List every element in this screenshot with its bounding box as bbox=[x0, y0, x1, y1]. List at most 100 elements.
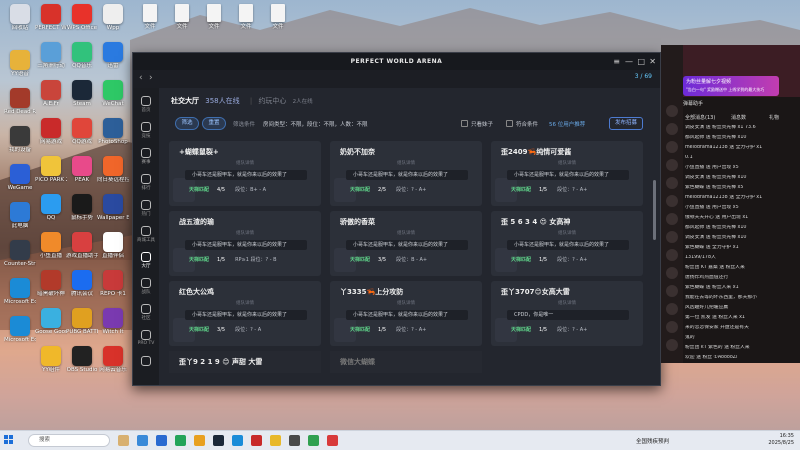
desktop-icon[interactable]: YY组件 bbox=[35, 346, 67, 373]
desktop-icon[interactable]: Goose Goose Duck bbox=[35, 308, 67, 335]
back-icon[interactable]: ‹ bbox=[139, 73, 143, 83]
desktop-icon[interactable]: Microsoft Edge (2) bbox=[4, 278, 36, 305]
file-icon[interactable]: 文件 bbox=[264, 4, 292, 30]
close-icon[interactable]: ✕ bbox=[649, 57, 656, 66]
room-card[interactable]: 奶奶不加奈 组队详情 小哥车还是服甲车，就是你来以后的效果了 天梯匹配 2/5 段位：? … bbox=[330, 141, 482, 206]
desktop-icon[interactable]: Wpp bbox=[97, 4, 129, 31]
match-checkbox[interactable] bbox=[506, 120, 513, 127]
taskbar-app-icon[interactable] bbox=[213, 435, 224, 446]
sidebar-item[interactable] bbox=[133, 356, 159, 367]
desktop-icon[interactable]: WPS Office bbox=[66, 4, 98, 31]
desktop-icon[interactable]: OBS Studio bbox=[66, 346, 98, 373]
live-sidebar-icon[interactable] bbox=[666, 123, 678, 135]
room-card-partial[interactable]: 歪丫9 2 1 9 😊 声甜 大雷 bbox=[169, 351, 321, 373]
live-sidebar-icon[interactable] bbox=[666, 321, 678, 333]
minimize-icon[interactable]: — bbox=[625, 57, 633, 66]
menu-icon[interactable]: ≡ bbox=[613, 57, 620, 66]
live-tab-gift[interactable]: 礼物 bbox=[769, 114, 779, 121]
room-card[interactable]: 红色大公鸡 组队详情 小哥车还是服甲车，就是你来以后的效果了 天梯匹配 3/5 段位：? … bbox=[169, 281, 321, 346]
taskbar-app-icon[interactable] bbox=[175, 435, 186, 446]
live-tab-all[interactable]: 全部消息(13) bbox=[685, 114, 715, 121]
sidebar-item[interactable]: 竞技 bbox=[133, 122, 159, 139]
taskbar-app-icon[interactable] bbox=[327, 435, 338, 446]
desktop-icon[interactable]: PUBG BATTLEGR... bbox=[66, 308, 98, 335]
live-sidebar-icon[interactable] bbox=[666, 159, 678, 171]
room-card[interactable]: 歪 5 6 3 4 😍 女高神 组队详情 小哥车还是服甲车，就是你来以后的效果了 天梯… bbox=[491, 211, 643, 276]
desktop-icon[interactable]: 腾讯会议 bbox=[66, 270, 98, 297]
desktop-icon[interactable]: Red Dead Redemption 2 bbox=[4, 88, 36, 115]
room-card[interactable]: 丫3335🦐上分攻防 组队详情 小哥车还是服甲车，就是你来以后的效果了 天梯匹配 1/5… bbox=[330, 281, 482, 346]
live-sidebar-icon[interactable] bbox=[666, 177, 678, 189]
desktop-icon[interactable]: PICO PARK 2 bbox=[35, 156, 67, 183]
desktop-icon[interactable]: PhotoShop bbox=[97, 118, 129, 145]
forward-icon[interactable]: › bbox=[149, 73, 153, 83]
desktop-icon[interactable]: 向日葵远程控制 bbox=[97, 156, 129, 183]
sidebar-item[interactable]: 战队 bbox=[133, 278, 159, 295]
live-sidebar-icon[interactable] bbox=[666, 285, 678, 297]
taskbar-app-icon[interactable] bbox=[194, 435, 205, 446]
desktop-icon[interactable]: 迅雷 bbox=[97, 42, 129, 69]
tab-social[interactable]: 社交大厅 bbox=[171, 97, 199, 105]
live-sidebar-icon[interactable] bbox=[666, 249, 678, 261]
live-sidebar-icon[interactable] bbox=[666, 213, 678, 225]
live-banner[interactable]: 为粉丝量解七夕视频 "告白一句" 奖励赠送中 上线学到的最大技巧 bbox=[683, 76, 779, 96]
live-sidebar-icon[interactable] bbox=[666, 339, 678, 351]
desktop-icon[interactable]: 游戏直播助手 bbox=[66, 232, 98, 259]
room-card[interactable]: 歪丫3707😊女高大雷 组队详情 CPDD，你是唯一 天梯匹配 1/5 段位：? - A+ bbox=[491, 281, 643, 346]
live-sidebar-icon[interactable] bbox=[666, 141, 678, 153]
room-card[interactable]: 战五渣的瑜 组队详情 小哥车还是服甲车，就是你来以后的效果了 天梯匹配 1/5 RP≥1 … bbox=[169, 211, 321, 276]
sidebar-item[interactable]: 首页 bbox=[133, 96, 159, 113]
windows-start-icon[interactable] bbox=[4, 435, 14, 445]
tray-lang[interactable]: 全国残疾预判 bbox=[636, 437, 669, 445]
sidebar-item[interactable]: PRO TV bbox=[133, 330, 159, 346]
taskbar-app-icon[interactable] bbox=[156, 435, 167, 446]
live-sidebar-icon[interactable] bbox=[666, 231, 678, 243]
desktop-icon[interactable]: Steam bbox=[66, 80, 98, 107]
sidebar-item[interactable]: 热门 bbox=[133, 200, 159, 217]
desktop-icon[interactable]: Microsoft Edge bbox=[4, 316, 36, 343]
desktop-icon[interactable]: 鼠标手势 bbox=[66, 194, 98, 221]
reset-button[interactable]: 重置 bbox=[202, 117, 226, 130]
taskbar-app-icon[interactable] bbox=[308, 435, 319, 446]
desktop-icon[interactable]: Witch It bbox=[97, 308, 129, 335]
file-icon[interactable]: 文件 bbox=[200, 4, 228, 30]
live-sidebar-icon[interactable] bbox=[666, 267, 678, 279]
desktop-icon[interactable]: 此电脑 bbox=[4, 202, 36, 229]
desktop-icon[interactable]: A.E.Fr bbox=[35, 80, 67, 107]
system-clock[interactable]: 16:35 2025/8/25 bbox=[768, 433, 794, 447]
publish-button[interactable]: 发布招募 bbox=[609, 117, 643, 130]
live-sidebar-icon[interactable] bbox=[666, 105, 678, 117]
maximize-icon[interactable]: □ bbox=[637, 57, 645, 66]
file-icon[interactable]: 文件 bbox=[232, 4, 260, 30]
desktop-icon[interactable]: Wallpaper Engine bbox=[97, 194, 129, 221]
desktop-icon[interactable]: 我的设备 bbox=[4, 126, 36, 153]
desktop-icon[interactable]: QQ游戏 bbox=[66, 118, 98, 145]
live-sidebar-icon[interactable] bbox=[666, 303, 678, 315]
file-icon[interactable]: 文件 bbox=[168, 4, 196, 30]
desktop-icon[interactable]: 回收站 bbox=[4, 4, 36, 31]
desktop-icon[interactable]: 直播伴侣 bbox=[97, 232, 129, 259]
only-girls-checkbox[interactable] bbox=[461, 120, 468, 127]
live-sidebar-icon[interactable] bbox=[666, 195, 678, 207]
taskbar-app-icon[interactable] bbox=[232, 435, 243, 446]
desktop-icon[interactable]: REPO 卡1 bbox=[97, 270, 129, 297]
desktop-icon[interactable]: 网易游戏 bbox=[35, 118, 67, 145]
sidebar-item[interactable]: 赛事 bbox=[133, 148, 159, 165]
desktop-icon[interactable]: 小鱼直播 bbox=[35, 232, 67, 259]
desktop-icon[interactable]: 三角洲行动 bbox=[35, 42, 67, 69]
desktop-icon[interactable]: YY语音 bbox=[4, 50, 36, 77]
taskbar-app-icon[interactable] bbox=[118, 435, 129, 446]
desktop-icon[interactable]: 暗黑破坏神 bbox=[35, 270, 67, 297]
desktop-icon[interactable]: QQ音乐 bbox=[66, 42, 98, 69]
desktop-icon[interactable]: QQ bbox=[35, 194, 67, 221]
room-card-partial[interactable]: 微信大蝴蝶 bbox=[330, 351, 482, 373]
sidebar-item[interactable]: 排行 bbox=[133, 174, 159, 191]
taskbar-app-icon[interactable] bbox=[270, 435, 281, 446]
desktop-icon[interactable]: Counter-Strike 2 bbox=[4, 240, 36, 267]
sidebar-item[interactable]: 商城工具 bbox=[133, 226, 159, 243]
filter-button[interactable]: 筛选 bbox=[175, 117, 199, 130]
desktop-icon[interactable]: PEAK bbox=[66, 156, 98, 183]
room-card[interactable]: 骄傲的香菜 组队详情 小哥车还是服甲车，就是你来以后的效果了 天梯匹配 3/5 段位：B … bbox=[330, 211, 482, 276]
sidebar-item[interactable]: 社区 bbox=[133, 304, 159, 321]
desktop-icon[interactable]: WeChat bbox=[97, 80, 129, 107]
